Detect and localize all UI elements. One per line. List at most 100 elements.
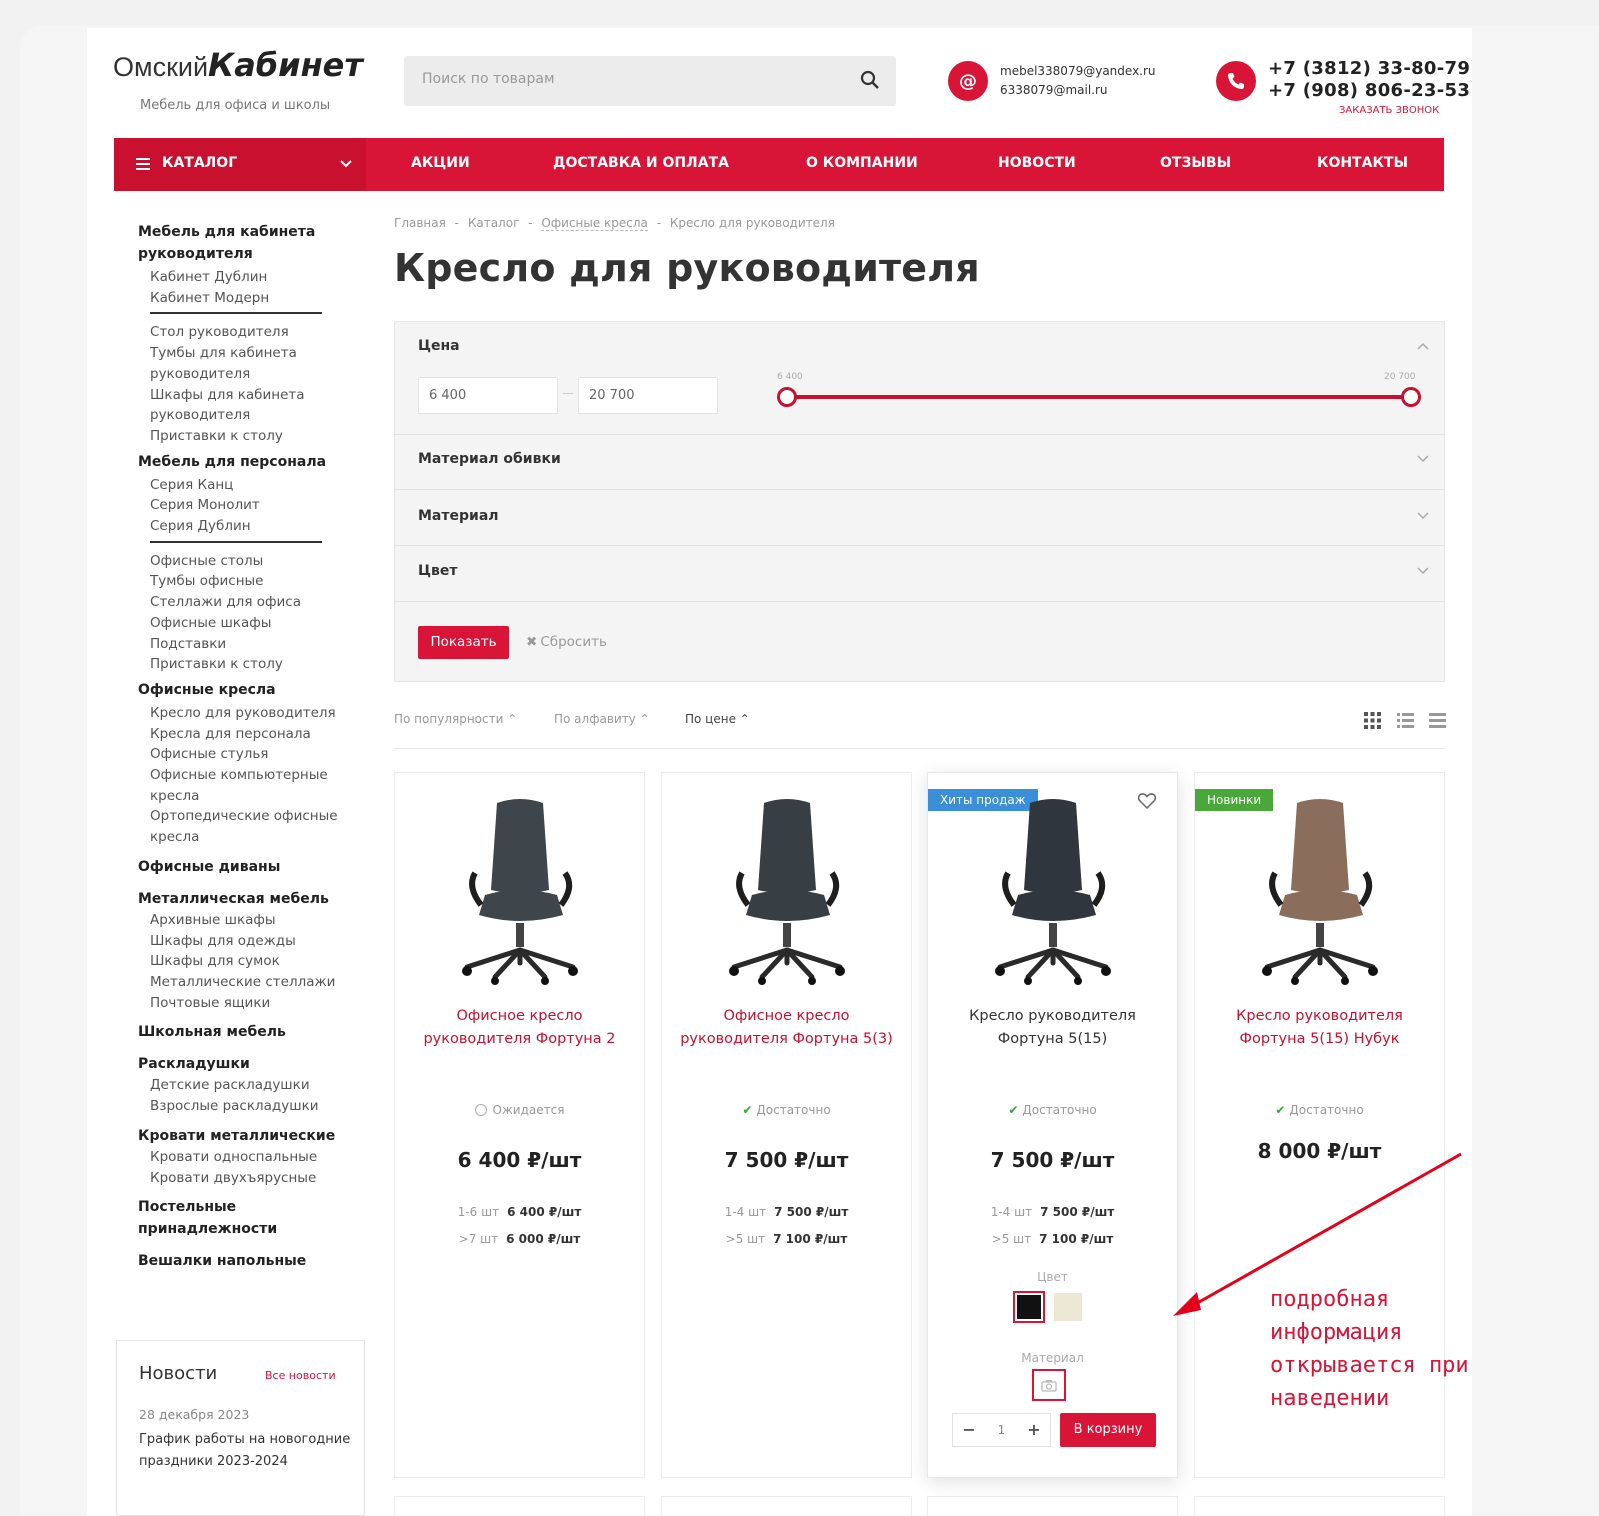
sidebar-link[interactable]: Офисные столы (150, 551, 353, 572)
heart-icon[interactable] (1138, 793, 1156, 809)
quantity-input[interactable]: 1 (985, 1414, 1018, 1446)
sidebar-link[interactable]: Детские раскладушки (150, 1075, 353, 1096)
sidebar-section-title[interactable]: Офисные кресла (138, 679, 353, 701)
sidebar-section-title[interactable]: Мебель для кабинета руководителя (138, 221, 353, 265)
product-image[interactable] (445, 795, 595, 985)
chevron-up-icon[interactable] (1417, 342, 1429, 350)
sidebar-link[interactable]: Шкафы для одежды (150, 931, 353, 952)
product-card[interactable]: Хиты продаж Кресло руководителя Фортуна … (927, 772, 1178, 1478)
sidebar-link[interactable]: Кровати двухъярусные (150, 1168, 353, 1189)
product-image[interactable] (978, 795, 1128, 985)
chevron-down-icon[interactable] (1417, 512, 1429, 520)
nav-contacts[interactable]: КОНТАКТЫ (1317, 155, 1408, 171)
sidebar-section-title[interactable]: Вешалки напольные (138, 1250, 353, 1272)
product-image[interactable] (1245, 795, 1395, 985)
price-to-input[interactable]: 20 700 (578, 377, 718, 414)
minus-button[interactable]: − (953, 1414, 985, 1446)
price-from-input[interactable]: 6 400 (418, 377, 558, 414)
product-card[interactable]: Офисное кресло руководителя Фортуна 2 Ожи… (394, 772, 645, 1478)
email-2[interactable]: 6338079@mail.ru (1000, 83, 1108, 97)
sidebar-link[interactable]: Стеллажи для офиса (150, 592, 353, 613)
color-label: Цвет (1037, 1270, 1068, 1284)
filter-show-button[interactable]: Показать (418, 626, 509, 659)
logo[interactable]: ОмскийКабинет (113, 46, 363, 84)
sidebar-link[interactable]: Шкафы для сумок (150, 951, 353, 972)
breadcrumb-home[interactable]: Главная (394, 216, 446, 230)
product-image[interactable] (712, 795, 862, 985)
catalog-menu-button[interactable]: КАТАЛОГ (114, 138, 366, 191)
sidebar-link[interactable]: Кресла для персонала (150, 724, 353, 745)
breadcrumb-catalog[interactable]: Каталог (468, 216, 520, 230)
sidebar-section-title[interactable]: Металлическая мебель (138, 888, 353, 910)
callback-link[interactable]: ЗАКАЗАТЬ ЗВОНОК (1339, 105, 1439, 116)
news-link[interactable]: График работы на новогодние праздники 20… (139, 1429, 354, 1473)
sidebar-section-title[interactable]: Мебель для персонала (138, 451, 353, 473)
sidebar-link[interactable]: Серия Монолит (150, 495, 353, 516)
sidebar-link[interactable]: Стол руководителя (150, 322, 353, 343)
sidebar-link[interactable]: Приставки к столу (150, 426, 353, 447)
all-news-link[interactable]: Все новости (265, 1369, 336, 1382)
nav-delivery[interactable]: ДОСТАВКА И ОПЛАТА (553, 155, 729, 171)
phone-2[interactable]: +7 (908) 806-23-53 (1268, 80, 1470, 101)
color-swatch-beige[interactable] (1054, 1293, 1082, 1321)
search-input[interactable] (422, 71, 842, 87)
material-swatch[interactable] (1032, 1369, 1066, 1401)
price-slider-min-handle[interactable] (777, 387, 797, 407)
sidebar-section-title[interactable]: Офисные диваны (138, 856, 353, 878)
sidebar-section-title[interactable]: Школьная мебель (138, 1021, 353, 1043)
sidebar-link[interactable]: Тумбы для кабинета руководителя (150, 343, 353, 384)
sidebar-link[interactable]: Ортопедические офисные кресла (150, 806, 353, 847)
sidebar-link[interactable]: Офисные стулья (150, 744, 353, 765)
table-view-icon[interactable] (1429, 712, 1446, 729)
grid-view-icon[interactable] (1364, 712, 1381, 729)
sidebar-link[interactable]: Кровати односпальные (150, 1147, 353, 1168)
sidebar-link[interactable]: Офисные шкафы (150, 613, 353, 634)
sidebar-section-title[interactable]: Постельные принадлежности (138, 1196, 298, 1240)
sort-alphabet[interactable]: По алфавиту ⌃ (554, 712, 650, 726)
sidebar-link[interactable]: Архивные шкафы (150, 910, 353, 931)
sidebar-link[interactable]: Серия Канц (150, 475, 353, 496)
nav-about[interactable]: О КОМПАНИИ (806, 155, 918, 171)
product-title[interactable]: Кресло руководителя Фортуна 5(15) (938, 1005, 1167, 1051)
price-slider-max-handle[interactable] (1401, 387, 1421, 407)
nav-promos[interactable]: АКЦИИ (411, 155, 470, 171)
sidebar-link[interactable]: Серия Дублин (150, 516, 353, 537)
sidebar-link[interactable]: Тумбы офисные (150, 571, 353, 592)
filter-price-label[interactable]: Цена (418, 338, 460, 354)
color-swatch-black[interactable] (1013, 1291, 1045, 1323)
filter-group-upholstery[interactable]: Материал обивки (418, 451, 561, 467)
sidebar-section-title[interactable]: Раскладушки (138, 1053, 353, 1075)
sort-price[interactable]: По цене ⌃ (685, 712, 750, 726)
sidebar-link[interactable]: Кресло для руководителя (150, 703, 353, 724)
product-card[interactable]: Офисное кресло руководителя Фортуна 5(3)… (661, 772, 912, 1478)
chevron-down-icon[interactable] (1417, 567, 1429, 575)
sidebar-link[interactable]: Шкафы для кабинета руководителя (150, 385, 353, 426)
nav-reviews[interactable]: ОТЗЫВЫ (1160, 155, 1231, 171)
sidebar-link[interactable]: Металлические стеллажи (150, 972, 353, 993)
sidebar-link[interactable]: Кабинет Дублин (150, 267, 353, 288)
sidebar-link[interactable]: Взрослые раскладушки (150, 1096, 353, 1117)
price-slider-track[interactable] (787, 395, 1411, 399)
sidebar-link[interactable]: Почтовые ящики (150, 993, 353, 1014)
sidebar-link[interactable]: Офисные компьютерные кресла (150, 765, 353, 806)
product-title[interactable]: Офисное кресло руководителя Фортуна 2 (405, 1005, 634, 1051)
list-view-icon[interactable] (1397, 712, 1414, 729)
chevron-down-icon[interactable] (1417, 455, 1429, 463)
sidebar-link[interactable]: Подставки (150, 634, 353, 655)
sort-popularity[interactable]: По популярности ⌃ (394, 712, 517, 726)
search-icon[interactable] (860, 70, 880, 90)
sidebar-section-title[interactable]: Кровати металлические (138, 1125, 353, 1147)
filter-reset-button[interactable]: ✖ Сбросить (526, 634, 607, 650)
nav-news[interactable]: НОВОСТИ (998, 155, 1076, 171)
filter-group-color[interactable]: Цвет (418, 563, 457, 579)
add-to-cart-button[interactable]: В корзину (1060, 1413, 1156, 1447)
email-1[interactable]: mebel338079@yandex.ru (1000, 64, 1156, 78)
sidebar-link[interactable]: Приставки к столу (150, 654, 353, 675)
product-title[interactable]: Кресло руководителя Фортуна 5(15) Нубук (1205, 1005, 1434, 1051)
breadcrumb-office-chairs[interactable]: Офисные кресла (541, 216, 648, 231)
phone-1[interactable]: +7 (3812) 33-80-79 (1268, 58, 1470, 79)
plus-button[interactable]: + (1018, 1414, 1050, 1446)
sidebar-link[interactable]: Кабинет Модерн (150, 288, 353, 309)
filter-group-material[interactable]: Материал (418, 508, 499, 524)
product-title[interactable]: Офисное кресло руководителя Фортуна 5(3) (672, 1005, 901, 1051)
